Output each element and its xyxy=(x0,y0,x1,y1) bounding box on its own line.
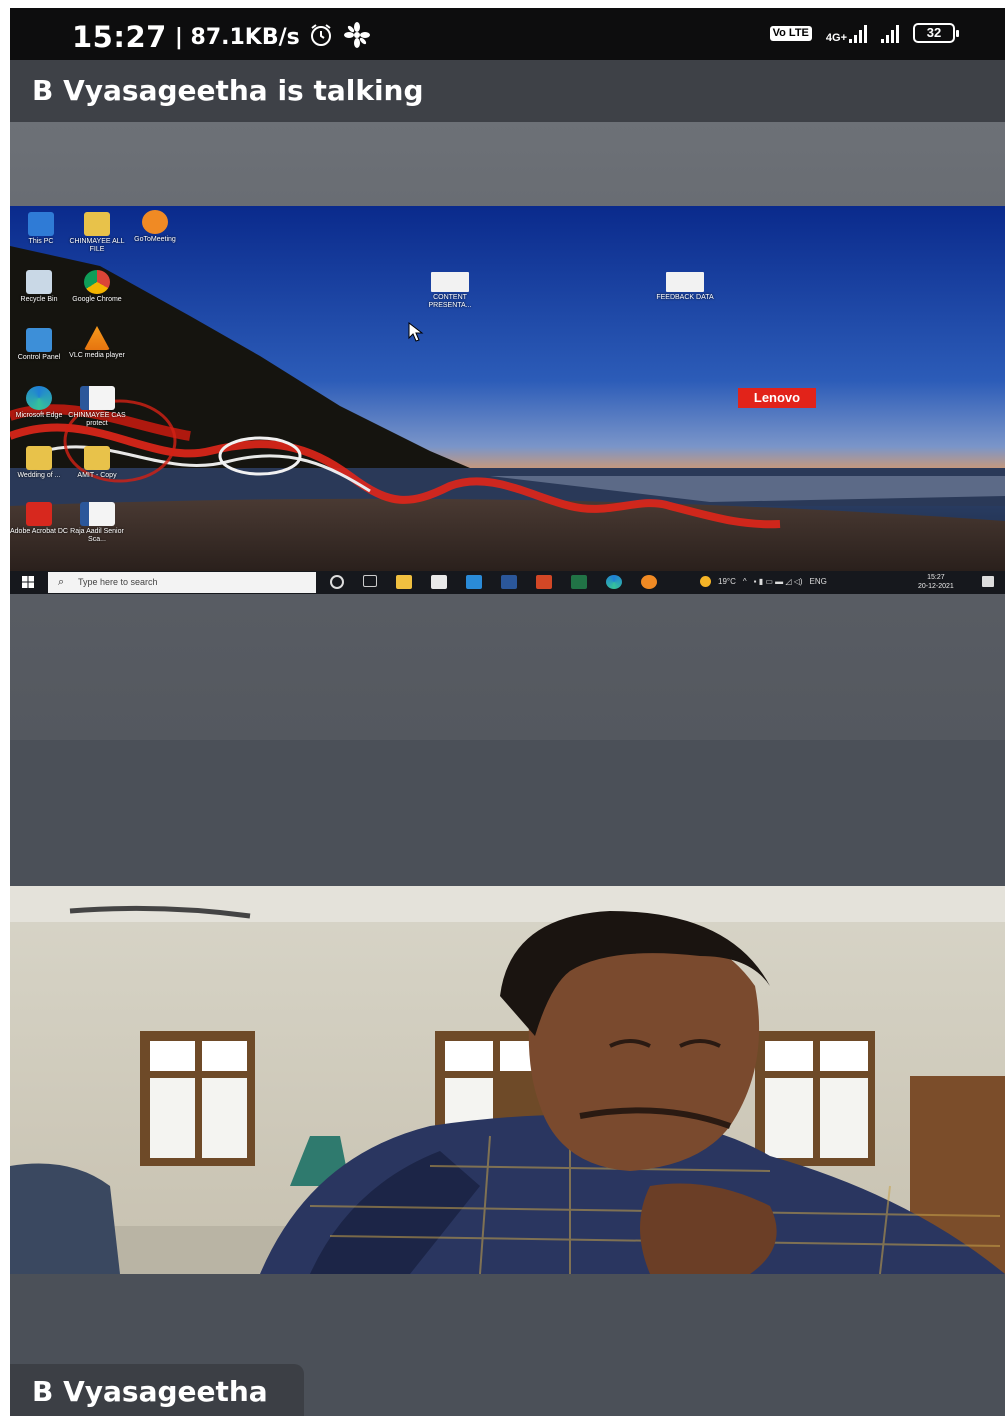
network-type-label: 4G+ xyxy=(825,32,847,44)
chevron-up-icon[interactable]: ^ xyxy=(743,577,747,586)
desktop-icon-content-presentation[interactable]: CONTENT PRESENTA... xyxy=(420,272,480,310)
folder-icon xyxy=(84,446,110,470)
shared-desktop: This PC CHINMAYEE ALL FILE GoToMeeting R… xyxy=(10,206,1005,594)
desktop-icon-label: FEEDBACK DATA xyxy=(656,294,714,301)
lenovo-logo: Lenovo xyxy=(738,388,816,408)
mouse-cursor-icon xyxy=(408,322,424,342)
video-gap-panel xyxy=(10,740,1005,886)
word-icon[interactable] xyxy=(501,575,517,589)
status-bar: 15:27 | 87.1KB/s Vo LTE 4G+ 32 xyxy=(10,8,1005,60)
taskbar-clock[interactable]: 15:27 20-12-2021 xyxy=(918,573,954,591)
window-left xyxy=(140,1031,255,1166)
desktop-icon-chinmayee-cas[interactable]: CHINMAYEE CAS protect xyxy=(68,386,126,428)
desktop-icon-raja-aadil[interactable]: Raja Aadil Senior Sca... xyxy=(68,502,126,544)
alarm-clock-icon xyxy=(308,22,334,53)
volte-icon: Vo LTE xyxy=(769,25,812,41)
desktop-wallpaper xyxy=(10,206,1005,594)
mail-icon[interactable] xyxy=(466,575,482,589)
desktop-icon-label: CHINMAYEE CAS protect xyxy=(68,412,126,427)
store-icon[interactable] xyxy=(431,575,447,589)
signal-sim1: 4G+ xyxy=(825,23,867,44)
chrome-icon xyxy=(84,270,110,294)
folder-icon xyxy=(84,212,110,236)
weather-temperature: 19°C xyxy=(718,577,736,586)
gotomeeting-icon xyxy=(142,210,168,234)
signal-bars-sim2-icon xyxy=(881,23,899,43)
desktop-icon-label: Microsoft Edge xyxy=(15,412,63,419)
excel-icon[interactable] xyxy=(571,575,587,589)
windows-start-icon[interactable] xyxy=(22,576,34,588)
vlc-icon xyxy=(84,326,110,350)
desktop-icon-label: Wedding of ... xyxy=(17,472,61,479)
edge-taskbar-icon[interactable] xyxy=(606,575,622,589)
status-left: 15:27 | 87.1KB/s xyxy=(72,20,372,54)
pinwheel-icon xyxy=(342,21,372,54)
battery-icon: 32 xyxy=(913,23,959,43)
desktop-icon-label: Control Panel xyxy=(17,354,61,361)
edge-icon xyxy=(26,386,52,410)
taskbar-search-box[interactable]: ⌕ Type here to search xyxy=(48,572,316,593)
desktop-icon-wedding[interactable]: Wedding of ... xyxy=(10,446,68,480)
desktop-icon-label: Adobe Acrobat DC xyxy=(10,528,68,535)
control-panel-icon xyxy=(26,328,52,352)
powerpoint-icon[interactable] xyxy=(536,575,552,589)
taskbar-clock-date: 20-12-2021 xyxy=(918,583,954,590)
word-doc-icon xyxy=(79,502,115,526)
shared-screen-panel[interactable]: This PC CHINMAYEE ALL FILE GoToMeeting R… xyxy=(10,122,1005,740)
desktop-icon-label: CHINMAYEE ALL FILE xyxy=(69,238,125,253)
word-doc-icon xyxy=(79,386,115,410)
tray-icons: ▪ ▮ ▭ ▬ ◿ ◁) xyxy=(753,577,803,586)
desktop-icon-this-pc[interactable]: This PC xyxy=(12,212,70,246)
notification-icon[interactable] xyxy=(982,576,994,587)
desktop-icon-label: GoToMeeting xyxy=(134,236,176,243)
desktop-icon-label: CONTENT PRESENTA... xyxy=(428,294,472,309)
network-speed: | 87.1KB/s xyxy=(174,24,300,50)
participant-name: B Vyasageetha xyxy=(32,1375,268,1408)
desktop-icon-google-chrome[interactable]: Google Chrome xyxy=(68,270,126,304)
participant-name-tag: B Vyasageetha xyxy=(10,1364,304,1416)
taskbar-search-placeholder: Type here to search xyxy=(78,577,158,587)
speaker-banner-text: B Vyasageetha is talking xyxy=(32,74,424,107)
desktop-icon-label: Recycle Bin xyxy=(20,296,58,303)
desktop-icon-label: Raja Aadil Senior Sca... xyxy=(70,528,124,543)
system-tray: 19°C ^ ▪ ▮ ▭ ▬ ◿ ◁) ENG xyxy=(700,576,827,587)
desktop-icon-recycle-bin[interactable]: Recycle Bin xyxy=(10,270,68,304)
ppt-file-icon xyxy=(666,272,704,292)
desktop-icon-chinmayee-all-file[interactable]: CHINMAYEE ALL FILE xyxy=(68,212,126,254)
desktop-icon-control-panel[interactable]: Control Panel xyxy=(10,328,68,362)
desktop-icon-label: AMIT - Copy xyxy=(77,472,117,479)
desktop-icon-amit-copy[interactable]: AMIT - Copy xyxy=(68,446,126,480)
language-indicator[interactable]: ENG xyxy=(810,577,827,586)
desktop-icon-vlc[interactable]: VLC media player xyxy=(68,326,126,360)
cortana-icon[interactable] xyxy=(330,575,344,589)
computer-icon xyxy=(28,212,54,236)
status-right: Vo LTE 4G+ 32 xyxy=(769,23,959,44)
task-view-icon[interactable] xyxy=(363,575,377,587)
desktop-icon-microsoft-edge[interactable]: Microsoft Edge xyxy=(10,386,68,420)
participant-video[interactable] xyxy=(10,886,1005,1274)
desktop-icon-gotomeeting[interactable]: GoToMeeting xyxy=(126,210,184,244)
desktop-icon-label: This PC xyxy=(28,238,54,245)
speaker-banner: B Vyasageetha is talking xyxy=(10,60,1005,122)
desktop-icon-label: VLC media player xyxy=(69,352,125,359)
battery-level: 32 xyxy=(926,25,942,40)
phone-screen: 15:27 | 87.1KB/s Vo LTE 4G+ 32 B Vyasage… xyxy=(10,8,1005,1416)
status-time: 15:27 xyxy=(72,20,167,54)
windows-taskbar: ⌕ Type here to search 19°C ^ ▪ ▮ ▭ ▬ ◿ ◁… xyxy=(10,571,1005,594)
taskbar-apps xyxy=(330,575,657,589)
ppt-file-icon xyxy=(431,272,469,292)
search-icon: ⌕ xyxy=(58,576,65,588)
gotomeeting-taskbar-icon[interactable] xyxy=(641,575,657,589)
desktop-icon-feedback-data[interactable]: FEEDBACK DATA xyxy=(655,272,715,302)
file-explorer-icon[interactable] xyxy=(396,575,412,589)
participant-video-frame xyxy=(10,886,1005,1274)
desktop-icon-adobe-acrobat[interactable]: Adobe Acrobat DC xyxy=(10,502,68,536)
weather-icon xyxy=(700,576,711,587)
desktop-icon-label: Google Chrome xyxy=(72,296,122,303)
recycle-bin-icon xyxy=(26,270,52,294)
folder-icon xyxy=(26,446,52,470)
signal-bars-icon xyxy=(849,23,867,43)
taskbar-clock-time: 15:27 xyxy=(927,574,945,581)
acrobat-icon xyxy=(26,502,52,526)
